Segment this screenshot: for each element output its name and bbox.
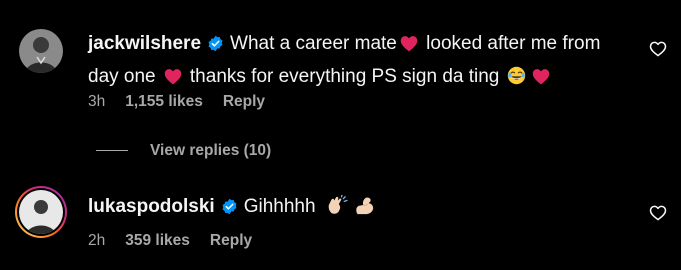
view-replies-divider [96,150,128,152]
comment-meta: 2h 359 likes Reply [88,231,272,251]
comment-username[interactable]: lukaspodolski [88,196,215,217]
heart-outline-icon[interactable] [649,40,667,58]
comment-text: lukaspodolski Gihhhhh [88,192,618,225]
flexed-biceps-emoji [354,195,376,225]
comment-meta: 3h 1,155 likes Reply [88,92,285,112]
view-replies-button[interactable]: View replies (10) [96,141,271,161]
red-heart-emoji [532,65,550,95]
comment-likes[interactable]: 359 likes [125,232,190,249]
avatar[interactable] [19,29,63,73]
comment-item: lukaspodolski Gihhhhh 2h 359 likes Reply [0,180,681,270]
heart-outline-icon[interactable] [649,204,667,222]
comment-time: 2h [88,232,106,249]
verified-badge-icon [207,32,224,62]
comment-text: jackwilshere What a career mate looked af… [88,29,618,95]
reply-button[interactable]: Reply [223,93,265,110]
avatar-story-ring[interactable] [14,185,68,239]
red-heart-emoji [164,65,182,95]
comment-time: 3h [88,93,106,110]
comment-text-part: What a career mate [230,33,397,54]
comment-text-part: Gihhhhh [243,196,316,217]
comment-username[interactable]: jackwilshere [88,33,201,54]
comment-text-part: thanks for everything PS sign da ting [189,66,500,87]
reply-button[interactable]: Reply [210,232,252,249]
view-replies-label[interactable]: View replies (10) [150,142,271,159]
clapping-hands-emoji [326,194,348,225]
comment-item: jackwilshere What a career mate looked af… [0,0,681,130]
comment-text-part: day one [88,66,156,87]
comment-text-part: looked after me from [426,33,601,54]
verified-badge-icon [221,195,238,225]
red-heart-emoji [400,32,418,62]
tears-of-joy-emoji [507,65,526,95]
comment-likes[interactable]: 1,155 likes [125,93,203,110]
